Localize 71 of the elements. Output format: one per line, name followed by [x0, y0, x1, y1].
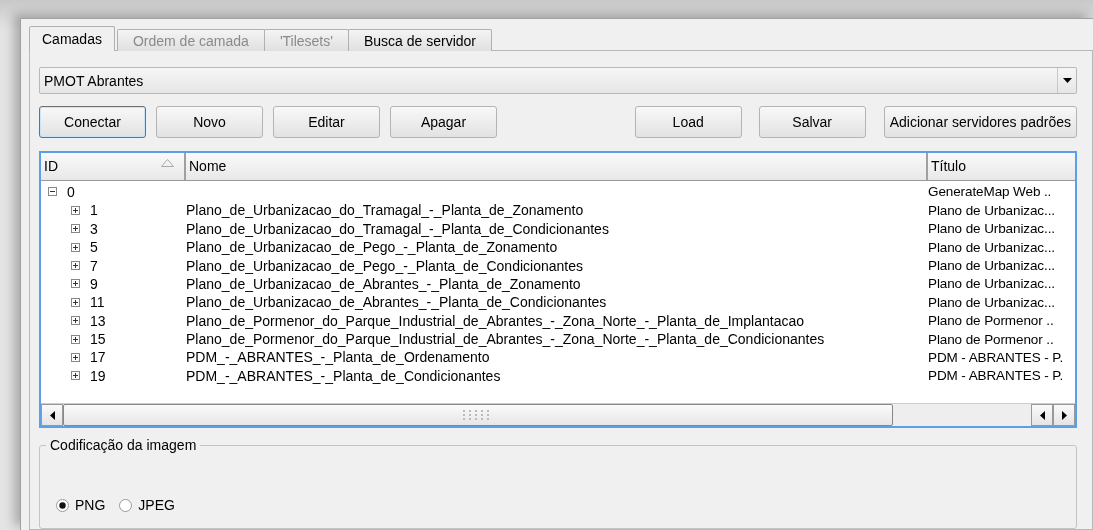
title-cell: Plano de Urbanizac... [928, 221, 1055, 237]
column-header[interactable]: Título [928, 152, 1075, 180]
expand-icon[interactable] [71, 242, 80, 252]
name-cell: PDM_-_ABRANTES_-_Planta_de_Ordenamento [186, 349, 490, 366]
id-cell: 19 [90, 367, 106, 384]
scroll-left-button[interactable] [1031, 404, 1053, 426]
expand-icon[interactable] [71, 205, 80, 215]
title-cell: Plano de Urbanizac... [928, 239, 1055, 255]
expand-icon[interactable] [71, 297, 80, 307]
id-cell: 15 [90, 331, 106, 348]
expand-icon[interactable] [71, 371, 80, 381]
right-arrow-icon [1061, 410, 1067, 420]
tab[interactable]: Busca de servidor [347, 29, 492, 51]
title-cell: Plano de Pormenor .. [928, 331, 1054, 347]
action-button[interactable]: Apagar [390, 106, 497, 138]
title-cell: GenerateMap Web .. [928, 184, 1052, 200]
action-button[interactable]: Conectar [39, 106, 146, 138]
left-arrow-icon [1039, 410, 1045, 420]
radio-label: PNG [75, 497, 106, 513]
collapse-icon[interactable] [48, 187, 57, 197]
sort-arrow-icon [161, 158, 174, 167]
name-cell: Plano_de_Urbanizacao_de_Abrantes_-_Planta_de_Zonamento [186, 275, 581, 292]
name-cell: Plano_de_Urbanizacao_de_Pego_-_Planta_de_Zonamento [186, 239, 558, 256]
scrollbar-thumb[interactable] [63, 404, 893, 426]
name-cell: Plano_de_Urbanizacao_de_Pego_-_Planta_de_Condicionantes [186, 257, 583, 274]
radio-label: JPEG [138, 497, 175, 513]
column-header[interactable]: ID [41, 152, 186, 180]
group-title: Codificação da imagem [46, 437, 201, 453]
expand-icon[interactable] [71, 334, 80, 344]
title-cell: Plano de Urbanizac... [928, 294, 1055, 310]
name-cell: Plano_de_Urbanizacao_do_Tramagal_-_Planta_de_Zonamento [186, 202, 584, 219]
title-cell: PDM - ABRANTES - P. [928, 350, 1064, 365]
title-cell: Plano de Urbanizac... [928, 258, 1055, 274]
title-cell: Plano de Urbanizac... [928, 276, 1055, 292]
title-cell: Plano de Urbanizac... [928, 202, 1055, 218]
name-cell: Plano_de_Pormenor_do_Parque_Industrial_de_Abrantes_-_Zona_Norte_-_Planta_de_Implantacao [186, 312, 804, 329]
title-cell: Plano de Pormenor .. [928, 313, 1054, 329]
name-cell: Plano_de_Pormenor_do_Parque_Industrial_de_Abrantes_-_Zona_Norte_-_Planta_de_Condicionantes [186, 331, 825, 348]
id-cell: 5 [90, 239, 98, 256]
expand-icon[interactable] [71, 261, 80, 271]
layer-source-dropdown[interactable]: PMOT Abrantes [39, 67, 1077, 94]
dropdown-arrow-icon [1062, 78, 1072, 83]
name-cell: PDM_-_ABRANTES_-_Planta_de_Condicionantes [186, 367, 501, 384]
id-cell: 0 [67, 183, 75, 200]
left-arrow-icon [49, 410, 55, 420]
id-cell: 17 [90, 349, 106, 366]
id-cell: 3 [90, 220, 98, 237]
expand-icon[interactable] [71, 316, 80, 326]
scroll-right-button[interactable] [1053, 404, 1075, 426]
action-button[interactable]: Editar [273, 106, 380, 138]
name-cell: Plano_de_Urbanizacao_de_Abrantes_-_Planta_de_Condicionantes [186, 294, 607, 311]
tab[interactable]: Camadas [29, 26, 115, 51]
radio-button[interactable] [56, 498, 69, 512]
expand-icon[interactable] [71, 279, 80, 289]
expand-icon[interactable] [71, 353, 80, 362]
id-cell: 9 [90, 275, 98, 292]
action-button[interactable]: Novo [156, 106, 263, 138]
column-header[interactable]: Nome [186, 152, 928, 180]
action-button[interactable]: Salvar [758, 106, 866, 138]
expand-icon[interactable] [71, 224, 80, 234]
title-cell: PDM - ABRANTES - P. [928, 368, 1064, 384]
scroll-left-button[interactable] [41, 404, 63, 426]
id-cell: 13 [90, 312, 106, 329]
id-cell: 11 [90, 294, 105, 311]
horizontal-scrollbar[interactable] [41, 403, 1075, 426]
radio-button[interactable] [119, 498, 133, 512]
name-cell: Plano_de_Urbanizacao_do_Tramagal_-_Planta_de_Condicionantes [186, 220, 609, 237]
id-cell: 7 [90, 257, 98, 274]
action-button[interactable]: Adicionar servidores padrões [883, 106, 1077, 138]
id-cell: 1 [90, 202, 98, 219]
action-button[interactable]: Load [634, 106, 742, 138]
